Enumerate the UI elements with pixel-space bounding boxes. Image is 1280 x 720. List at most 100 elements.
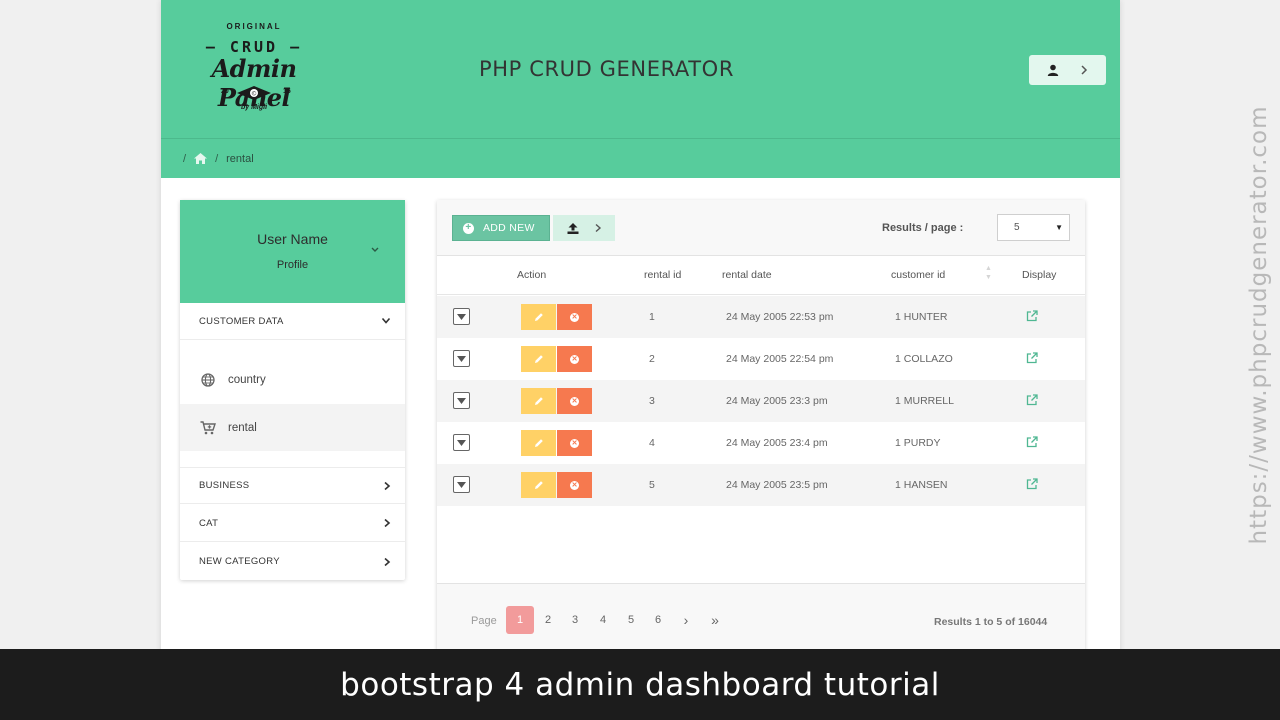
external-link-icon[interactable] (1026, 352, 1038, 367)
delete-button[interactable]: ✕ (557, 304, 592, 330)
page-link-5[interactable]: 5 (617, 606, 645, 634)
profile-user-name: User Name (257, 231, 328, 247)
profile-link[interactable]: Profile (180, 259, 405, 271)
expand-row-icon[interactable] (453, 392, 470, 409)
results-per-page-label: Results / page : (882, 222, 964, 234)
delete-button[interactable]: ✕ (557, 346, 592, 372)
watermark-url: https://www.phpcrudgenerator.com (1246, 105, 1272, 545)
external-link-icon[interactable] (1026, 310, 1038, 325)
external-link-icon[interactable] (1026, 478, 1038, 493)
sort-icon[interactable]: ▲ ▼ (985, 264, 992, 282)
logo[interactable]: ORIGINAL — CRUD — Admin Panel 20 16 © by… (179, 18, 329, 118)
logo-original-text: ORIGINAL (226, 22, 282, 31)
cell-rental-date: 24 May 2005 22:54 pm (726, 353, 834, 365)
table-row: ✕ 1 24 May 2005 22:53 pm 1 HUNTER (437, 296, 1085, 338)
results-per-page-select[interactable]: 5 ▼ (997, 214, 1070, 241)
page-link-1[interactable]: 1 (506, 606, 534, 634)
edit-button[interactable] (521, 304, 556, 330)
column-header-rental-date[interactable]: rental date (722, 269, 772, 281)
breadcrumb-separator: / (215, 152, 219, 165)
sidebar-category-customer-data[interactable]: CUSTOMER DATA (180, 303, 405, 340)
chevron-right-icon (384, 557, 391, 566)
export-button[interactable] (553, 215, 615, 241)
cell-customer-id: 1 PURDY (895, 437, 941, 449)
sidebar-category-business[interactable]: BUSINESS (180, 467, 405, 504)
close-icon: ✕ (570, 354, 579, 364)
cell-rental-id: 3 (649, 395, 655, 407)
sidebar-category-label: NEW CATEGORY (199, 556, 280, 567)
sidebar-item-label: country (228, 373, 266, 386)
edit-button[interactable] (521, 346, 556, 372)
header: ORIGINAL — CRUD — Admin Panel 20 16 © by… (161, 0, 1120, 138)
page-link-3[interactable]: 3 (561, 606, 589, 634)
sidebar-item-label: rental (228, 421, 257, 434)
expand-row-icon[interactable] (453, 476, 470, 493)
close-icon: ✕ (570, 480, 579, 490)
external-link-icon[interactable] (1026, 394, 1038, 409)
logo-badge: © (251, 91, 257, 98)
table-row: ✕ 3 24 May 2005 23:3 pm 1 MURRELL (437, 380, 1085, 422)
table-row: ✕ 5 24 May 2005 23:5 pm 1 HANSEN (437, 464, 1085, 506)
results-per-page-value: 5 (1014, 222, 1020, 233)
external-link-icon[interactable] (1026, 436, 1038, 451)
breadcrumb-home-link[interactable] (194, 153, 208, 164)
column-header-action: Action (517, 269, 547, 281)
cell-rental-date: 24 May 2005 23:3 pm (726, 395, 828, 407)
caption-text: bootstrap 4 admin dashboard tutorial (340, 666, 940, 703)
pencil-icon (534, 355, 543, 363)
pencil-icon (534, 481, 543, 489)
globe-icon (199, 372, 217, 387)
pencil-icon (534, 439, 543, 447)
delete-button[interactable]: ✕ (557, 388, 592, 414)
expand-row-icon[interactable] (453, 308, 470, 325)
table-header: Action rental id rental date customer id… (437, 256, 1085, 295)
pencil-icon (534, 313, 543, 321)
sidebar-category-new-category[interactable]: NEW CATEGORY (180, 543, 405, 580)
column-header-rental-id[interactable]: rental id (644, 269, 681, 281)
cell-rental-date: 24 May 2005 23:5 pm (726, 479, 828, 491)
cell-rental-id: 1 (649, 311, 655, 323)
pagination-label: Page (471, 615, 497, 627)
cell-rental-id: 4 (649, 437, 655, 449)
column-header-customer-id[interactable]: customer id (891, 269, 945, 281)
column-header-display: Display (1022, 269, 1057, 281)
breadcrumb: / / rental (161, 138, 1120, 178)
delete-button[interactable]: ✕ (557, 430, 592, 456)
close-icon: ✕ (570, 312, 579, 322)
delete-button[interactable]: ✕ (557, 472, 592, 498)
sidebar-category-label: BUSINESS (199, 480, 250, 491)
edit-button[interactable] (521, 388, 556, 414)
close-icon: ✕ (570, 396, 579, 406)
expand-row-icon[interactable] (453, 434, 470, 451)
records-toolbar: + ADD NEW Results / page : 5 ▼ (437, 200, 1085, 256)
add-new-button[interactable]: + ADD NEW (452, 215, 550, 241)
sidebar-item-rental[interactable]: rental (180, 404, 405, 451)
logo-year-left: 20 (221, 88, 229, 95)
page-last-button[interactable]: » (701, 606, 729, 634)
sidebar-item-country[interactable]: country (180, 356, 405, 403)
sidebar-category-label: CUSTOMER DATA (199, 315, 284, 327)
user-menu-button[interactable] (1029, 55, 1106, 85)
page-link-6[interactable]: 6 (644, 606, 672, 634)
add-new-label: ADD NEW (483, 222, 535, 234)
table-row: ✕ 2 24 May 2005 22:54 pm 1 COLLAZO (437, 338, 1085, 380)
logo-diamond-icon: © (237, 86, 271, 100)
breadcrumb-current: rental (226, 152, 254, 165)
page-link-2[interactable]: 2 (534, 606, 562, 634)
plus-icon: + (463, 222, 474, 234)
sidebar-category-cat[interactable]: CAT (180, 505, 405, 542)
chevron-down-icon[interactable] (370, 246, 380, 254)
cell-customer-id: 1 COLLAZO (895, 353, 953, 365)
sidebar-profile[interactable]: User Name Profile (180, 200, 405, 303)
edit-button[interactable] (521, 472, 556, 498)
caret-down-icon: ▼ (1055, 223, 1063, 232)
page-next-button[interactable]: › (672, 606, 700, 634)
edit-button[interactable] (521, 430, 556, 456)
expand-row-icon[interactable] (453, 350, 470, 367)
upload-icon (567, 222, 578, 234)
pencil-icon (534, 397, 543, 405)
page-link-4[interactable]: 4 (589, 606, 617, 634)
chevron-right-icon (1081, 65, 1087, 75)
cell-rental-date: 24 May 2005 22:53 pm (726, 311, 834, 323)
cell-customer-id: 1 HUNTER (895, 311, 948, 323)
